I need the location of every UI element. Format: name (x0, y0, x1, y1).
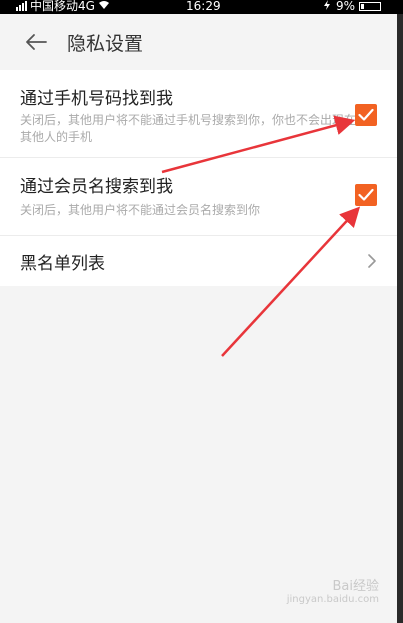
checkmark-icon (358, 108, 374, 121)
battery-icon (359, 1, 381, 11)
setting-title: 黑名单列表 (20, 254, 105, 274)
wifi-icon (98, 0, 110, 12)
side-strip (397, 14, 403, 623)
member-search-checkbox[interactable] (355, 184, 377, 206)
watermark-text: Bai经验 (332, 579, 380, 594)
settings-list: 通过手机号码找到我 关闭后，其他用户将不能通过手机号搜索到你，你也不会出现在其他… (0, 70, 397, 286)
checkmark-icon (358, 188, 374, 201)
status-bar: 中国移动4G 16:29 9% (0, 0, 403, 14)
watermark-url: jingyan.baidu.com (286, 594, 379, 605)
battery-percent: 9% (335, 0, 355, 13)
back-arrow-icon (26, 34, 47, 50)
setting-title: 通过手机号码找到我 (20, 89, 173, 109)
setting-row-phone-search[interactable]: 通过手机号码找到我 关闭后，其他用户将不能通过手机号搜索到你，你也不会出现在其他… (0, 70, 397, 158)
setting-description: 关闭后，其他用户将不能通过手机号搜索到你，你也不会出现在其他人的手机 (20, 113, 357, 144)
status-right: 9% (322, 0, 381, 12)
back-button[interactable] (24, 30, 48, 54)
phone-search-checkbox[interactable] (355, 104, 377, 126)
page-title: 隐私设置 (67, 33, 144, 55)
setting-description: 关闭后，其他用户将不能通过会员名搜索到你 (20, 203, 261, 217)
watermark: Bai经验 jingyan.baidu.com (287, 575, 379, 605)
status-left: 中国移动4G (16, 0, 110, 12)
carrier-label: 中国移动4G (30, 0, 95, 13)
setting-title: 通过会员名搜索到我 (20, 177, 173, 197)
chevron-right-icon (368, 254, 376, 268)
charging-icon (322, 0, 332, 12)
header: 隐私设置 (0, 14, 397, 70)
setting-row-member-search[interactable]: 通过会员名搜索到我 关闭后，其他用户将不能通过会员名搜索到你 (0, 158, 397, 236)
setting-row-blacklist[interactable]: 黑名单列表 (0, 236, 397, 286)
signal-icon (16, 1, 27, 11)
status-time: 16:29 (186, 0, 221, 13)
